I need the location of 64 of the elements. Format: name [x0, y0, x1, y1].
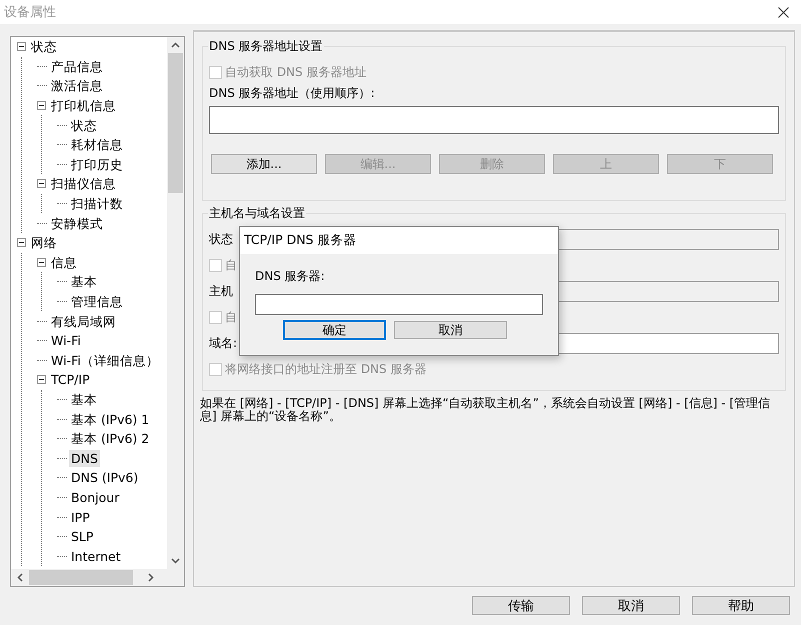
group-title: 主机名与域名设置 — [208, 205, 306, 222]
checkbox-label: 自 — [225, 256, 237, 274]
action-button[interactable]: 添加... — [211, 154, 317, 174]
dns-server-input[interactable] — [255, 294, 543, 315]
scroll-up-icon[interactable] — [171, 42, 180, 48]
collapse-icon[interactable] — [37, 101, 46, 110]
field-label: 域名: — [209, 334, 238, 352]
tree-item[interactable]: 状态 — [69, 116, 99, 134]
field-label: DNS 服务器: — [255, 268, 326, 285]
tree-item[interactable]: 安静模式 — [49, 214, 105, 232]
tree-item[interactable]: 激活信息 — [49, 77, 105, 94]
scroll-right-icon[interactable] — [148, 573, 154, 582]
scroll-thumb[interactable] — [168, 53, 183, 193]
horizontal-scrollbar[interactable] — [11, 569, 184, 586]
note-text: 如果在 [网络] - [TCP/IP] - [DNS] 屏幕上选择“自动获取主机名”，系统会自动设置 [网络] - [信息] - [管理信息] 屏幕上的“设备名称”。 — [200, 397, 772, 423]
tree-item[interactable]: 基本 (IPv6) 2 — [69, 430, 152, 448]
close-icon[interactable] — [778, 6, 789, 18]
checkbox-label: 将网络接口的地址注册至 DNS 服务器 — [225, 360, 426, 378]
tree-item[interactable]: Wi-Fi — [49, 332, 83, 350]
window-title: 设备属性 — [4, 4, 56, 21]
field-label: 主机 — [209, 282, 233, 300]
tree-item[interactable]: 基本 (IPv6) 1 — [69, 410, 152, 428]
dns-server-list[interactable] — [209, 106, 779, 134]
dialog-button[interactable]: 传输 — [472, 596, 570, 615]
tree-item[interactable]: IPP — [69, 508, 92, 526]
tree-item[interactable]: 基本 — [69, 390, 99, 408]
collapse-icon[interactable] — [37, 258, 46, 267]
tree-item[interactable]: 状态 — [29, 38, 59, 56]
checkbox-label: 自动获取 DNS 服务器地址 — [225, 64, 366, 80]
tree-item[interactable]: Wi-Fi（详细信息） — [49, 352, 161, 369]
checkbox-label: 自 — [225, 308, 237, 326]
tree-item[interactable]: 网络 — [29, 234, 59, 252]
field-label: DNS 服务器地址（使用顺序）: — [209, 85, 376, 102]
collapse-icon[interactable] — [37, 375, 46, 384]
vertical-scrollbar[interactable] — [167, 37, 184, 569]
tree-item[interactable]: TCP/IP — [49, 371, 92, 388]
collapse-icon[interactable] — [37, 179, 46, 188]
tree-item[interactable]: DNS (IPv6) — [69, 469, 140, 486]
tree-item[interactable]: DNS — [69, 450, 100, 467]
tree-item[interactable]: 扫描计数 — [69, 195, 125, 212]
tree-item[interactable]: 管理信息 — [69, 293, 125, 310]
collapse-icon[interactable] — [17, 42, 26, 52]
tree-item[interactable]: 信息 — [49, 254, 79, 271]
tree-item[interactable]: Internet — [69, 548, 123, 565]
scroll-down-icon[interactable] — [171, 558, 180, 564]
dialog-title: TCP/IP DNS 服务器 — [244, 232, 356, 249]
tree-item[interactable]: 产品信息 — [49, 58, 105, 75]
field-label: 状态 — [209, 230, 233, 248]
scroll-left-icon[interactable] — [17, 573, 23, 582]
collapse-icon[interactable] — [17, 238, 26, 248]
tree-item[interactable]: 基本 — [69, 273, 99, 290]
dialog-button[interactable]: 确定 — [284, 321, 385, 339]
tree-item[interactable]: SLP — [69, 528, 96, 546]
tree-item[interactable]: 有线局域网 — [49, 312, 118, 330]
dialog-button[interactable]: 取消 — [582, 596, 680, 615]
tree-item[interactable]: 打印机信息 — [49, 97, 118, 114]
group-title: DNS 服务器地址设置 — [208, 38, 324, 55]
tree-item[interactable]: 耗材信息 — [69, 136, 125, 154]
scroll-thumb[interactable] — [29, 570, 133, 585]
dialog-button[interactable]: 帮助 — [692, 596, 790, 615]
dialog-button[interactable]: 取消 — [394, 321, 507, 339]
tree-item[interactable]: Bonjour — [69, 488, 122, 506]
tree-item[interactable]: 打印历史 — [69, 156, 125, 173]
tree-item[interactable]: 扫描仪信息 — [49, 175, 118, 192]
